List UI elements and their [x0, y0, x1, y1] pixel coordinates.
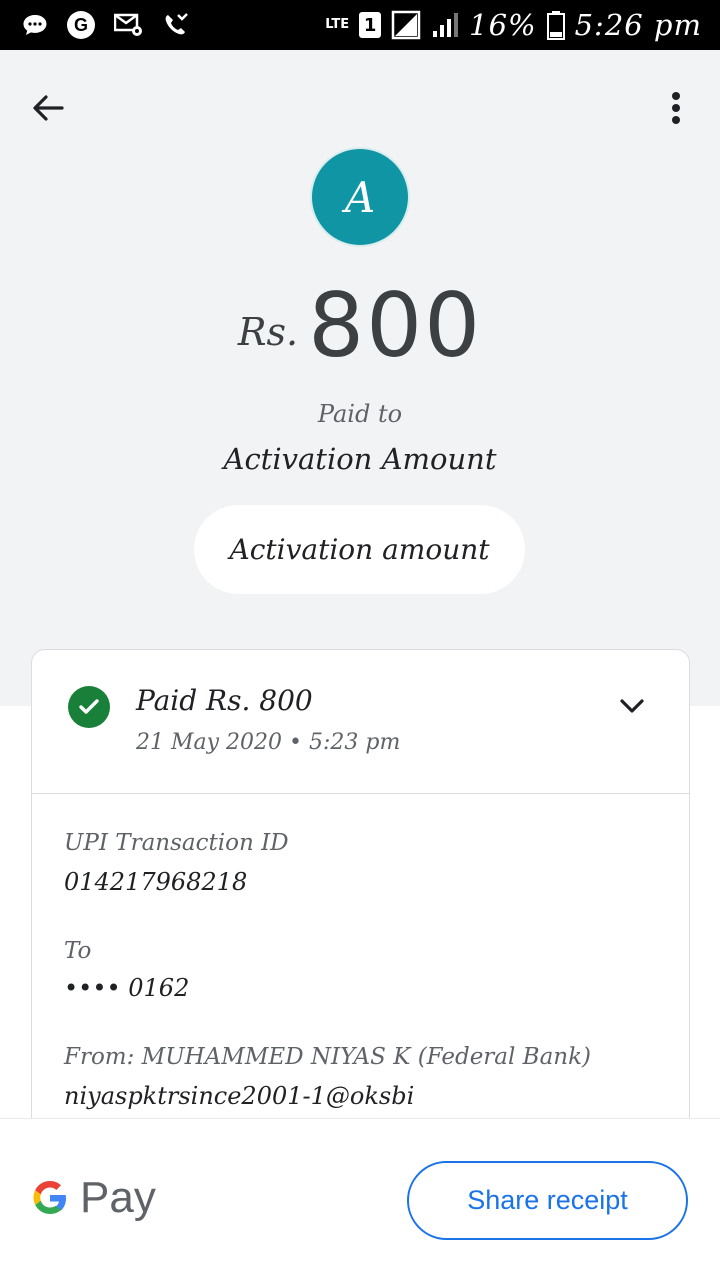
- signal-empty-icon: [391, 10, 421, 40]
- paid-datetime: 21 May 2020 • 5:23 pm: [136, 730, 401, 755]
- clock: 5:26 pm: [574, 8, 702, 42]
- arrow-left-icon: [33, 95, 64, 121]
- google-icon: G: [66, 10, 96, 40]
- google-pay-logo: Pay: [30, 1173, 156, 1223]
- to-account-value: •••• 0162: [64, 974, 190, 1002]
- amount-value: 800: [308, 274, 483, 377]
- missed-call-icon: [162, 11, 190, 39]
- more-vert-icon: [672, 92, 680, 124]
- mail-settings-icon: [114, 12, 144, 38]
- sim-indicator: 1: [359, 12, 382, 38]
- brand-name: Pay: [80, 1173, 156, 1222]
- expand-button[interactable]: [612, 686, 652, 726]
- message-icon: [22, 13, 48, 37]
- to-label: To: [64, 938, 92, 964]
- transaction-summary[interactable]: Paid Rs. 800 21 May 2020 • 5:23 pm: [32, 650, 689, 794]
- paid-to-label: Paid to: [317, 400, 403, 428]
- google-g-icon: [33, 1181, 66, 1214]
- payee-name: Activation Amount: [223, 442, 497, 476]
- amount: Rs. 800: [0, 276, 720, 376]
- signal-strength-icon: [431, 11, 459, 39]
- avatar: A: [310, 147, 410, 247]
- battery-icon: [546, 10, 565, 40]
- svg-text:G: G: [74, 15, 88, 35]
- upi-id-value: 014217968218: [64, 868, 248, 896]
- bottom-bar: Pay Share receipt: [0, 1118, 720, 1280]
- upi-id-label: UPI Transaction ID: [64, 830, 289, 856]
- more-options-button[interactable]: [654, 86, 698, 130]
- payment-header: A Rs. 800 Paid to Activation Amount Acti…: [0, 50, 720, 706]
- from-upi-value: niyaspktrsince2001-1@oksbi: [64, 1082, 415, 1110]
- notification-icons: G: [22, 10, 190, 40]
- transaction-card: Paid Rs. 800 21 May 2020 • 5:23 pm UPI T…: [31, 649, 690, 1169]
- share-receipt-button[interactable]: Share receipt: [407, 1161, 688, 1240]
- back-button[interactable]: [26, 86, 70, 130]
- status-bar: G LTE 1 16% 5:26 pm: [0, 0, 720, 50]
- battery-percent: 16%: [469, 8, 537, 42]
- check-circle-icon: [68, 686, 110, 728]
- from-label: From: MUHAMMED NIYAS K (Federal Bank): [64, 1044, 592, 1070]
- payment-note: Activation amount: [194, 505, 525, 594]
- currency-label: Rs.: [237, 310, 299, 354]
- network-type: LTE: [325, 17, 350, 32]
- system-icons: LTE 1 16% 5:26 pm: [325, 8, 702, 42]
- paid-summary: Paid Rs. 800: [136, 684, 313, 717]
- chevron-up-icon: [620, 699, 644, 713]
